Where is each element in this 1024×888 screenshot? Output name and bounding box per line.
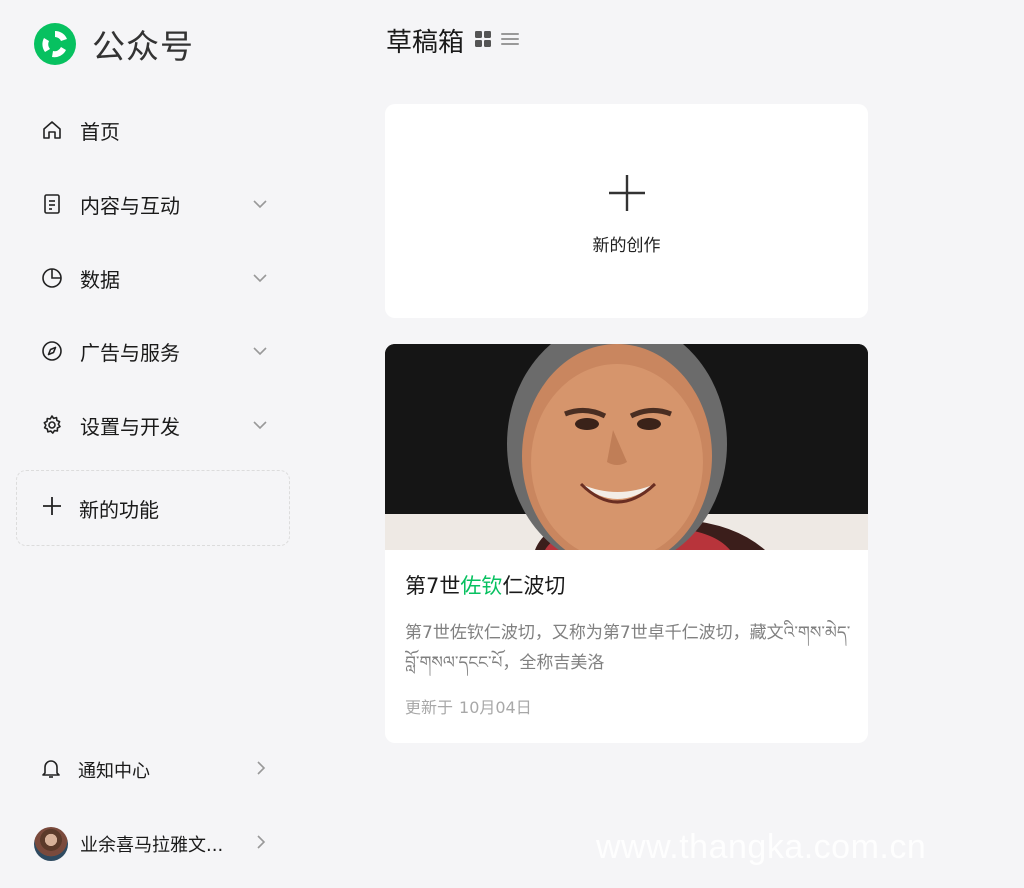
highlighted-keyword: 佐钦	[460, 574, 503, 598]
gear-icon	[40, 413, 64, 437]
sidebar-item-label: 首页	[80, 119, 120, 144]
avatar	[34, 827, 68, 861]
article-cover-image	[385, 344, 868, 550]
sidebar-item-label: 设置与开发	[80, 414, 180, 439]
sidebar-item-home[interactable]: 首页	[40, 110, 270, 150]
portrait-image	[385, 344, 868, 550]
sidebar-item-label: 内容与互动	[80, 193, 180, 218]
article-title: 第7世佐钦仁波切	[405, 574, 566, 598]
draft-article-card[interactable]: 第7世佐钦仁波切 第7世佐钦仁波切，又称为第7世卓千仁波切，藏文འི་གས་མེ…	[385, 344, 868, 743]
new-creation-card[interactable]: 新的创作	[385, 104, 868, 318]
chevron-down-icon	[250, 268, 270, 288]
article-description: 第7世佐钦仁波切，又称为第7世卓千仁波切，藏文འི་གས་མེད་བློ་གསལ…	[405, 623, 851, 673]
list-view-icon[interactable]	[500, 30, 520, 52]
compass-icon	[40, 339, 64, 363]
app-logo[interactable]: 公众号	[32, 20, 194, 68]
logo-icon	[34, 23, 76, 65]
sidebar-item-label: 广告与服务	[80, 340, 180, 365]
chevron-down-icon	[250, 415, 270, 435]
sidebar-item-ads[interactable]: 广告与服务	[40, 331, 270, 371]
chevron-down-icon	[250, 194, 270, 214]
notification-label: 通知中心	[78, 761, 150, 782]
home-icon	[40, 118, 64, 142]
sidebar-item-content[interactable]: 内容与互动	[40, 184, 270, 224]
app-title: 公众号	[92, 27, 194, 66]
sidebar-item-label: 数据	[80, 267, 120, 292]
new-feature-button[interactable]: 新的功能	[16, 470, 290, 546]
page-header: 草稿箱	[386, 22, 520, 59]
page-title: 草稿箱	[386, 28, 465, 58]
grid-view-icon[interactable]	[474, 30, 492, 52]
sidebar-item-settings[interactable]: 设置与开发	[40, 405, 270, 445]
chevron-right-icon	[252, 759, 270, 781]
notification-center[interactable]: 通知中心	[40, 750, 270, 790]
watermark: www.thangka.com.cn	[596, 828, 927, 866]
plus-icon	[41, 495, 63, 521]
account-menu[interactable]: 业余喜马拉雅文...	[34, 824, 270, 864]
document-icon	[40, 192, 64, 216]
chevron-right-icon	[252, 833, 270, 855]
bell-icon	[40, 757, 62, 783]
chevron-down-icon	[250, 341, 270, 361]
new-feature-label: 新的功能	[79, 497, 159, 522]
pie-chart-icon	[40, 266, 64, 290]
account-name: 业余喜马拉雅文...	[80, 835, 224, 856]
new-creation-label: 新的创作	[592, 235, 661, 256]
sidebar-item-data[interactable]: 数据	[40, 258, 270, 298]
plus-icon	[608, 174, 645, 211]
view-toggle	[474, 30, 520, 52]
article-update-date: 更新于 10月04日	[405, 698, 532, 717]
